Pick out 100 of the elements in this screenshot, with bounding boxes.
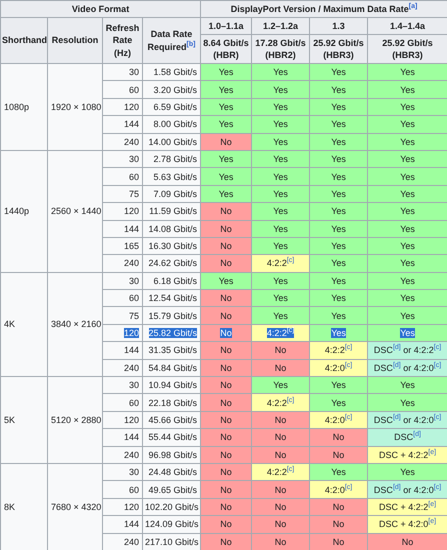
table-cell: 30 bbox=[102, 150, 142, 168]
table-cell: Yes bbox=[310, 64, 368, 81]
table-cell: Yes bbox=[252, 376, 310, 394]
table-cell: 240 bbox=[102, 446, 142, 464]
table-cell: No bbox=[310, 533, 368, 550]
table-cell: 22.18 Gbit/s bbox=[142, 394, 201, 412]
table-cell: 8K bbox=[0, 463, 48, 550]
column-header: 1.2–1.2a bbox=[252, 18, 310, 34]
table-cell: Yes bbox=[310, 168, 368, 186]
table-cell: Yes bbox=[200, 80, 252, 98]
table-cell: No bbox=[252, 359, 310, 377]
table-cell: Yes bbox=[252, 168, 310, 186]
table-cell: Yes bbox=[310, 394, 368, 412]
table-cell: Yes bbox=[252, 220, 310, 238]
table-cell: Yes bbox=[252, 202, 310, 220]
table-cell: 4:2:0$^{[c]}$ bbox=[310, 359, 368, 377]
column-header: Resolution bbox=[48, 18, 102, 64]
table-cell: Yes bbox=[368, 272, 447, 290]
table-cell: 217.10 Gbit/s bbox=[142, 533, 201, 550]
column-header: 1.0–1.1a bbox=[200, 18, 252, 34]
table-cell: 144 bbox=[102, 516, 142, 534]
table-cell: 60 bbox=[102, 290, 142, 307]
table-cell: DSC + 4:2:0$^{[e]}$ bbox=[368, 516, 447, 534]
table-cell: Yes bbox=[310, 150, 368, 168]
table-cell: 4:2:0$^{[c]}$ bbox=[310, 480, 368, 498]
column-header: Data Rate Required$^{[b]}$ bbox=[142, 18, 201, 64]
table-cell: 165 bbox=[102, 237, 142, 255]
column-header: Video Format bbox=[0, 0, 201, 18]
table-cell: 45.66 Gbit/s bbox=[142, 411, 201, 429]
table-cell: 60 bbox=[102, 394, 142, 412]
table-cell: No bbox=[200, 463, 252, 481]
table-cell: Yes bbox=[310, 254, 368, 272]
table-cell: 96.98 Gbit/s bbox=[142, 446, 201, 464]
table-cell: 31.35 Gbit/s bbox=[142, 342, 201, 360]
table-cell: No bbox=[200, 359, 252, 377]
table-cell: No bbox=[200, 498, 252, 516]
table-cell: No bbox=[252, 446, 310, 464]
table-cell: 144 bbox=[102, 342, 142, 360]
table-cell: No bbox=[200, 480, 252, 498]
table-cell: Yes bbox=[310, 98, 368, 116]
table-cell: 5.63 Gbit/s bbox=[142, 168, 201, 186]
table-cell: 4:2:2$^{[c]}$ bbox=[252, 324, 310, 342]
table-cell: No bbox=[252, 480, 310, 498]
table-cell: Yes bbox=[368, 98, 447, 116]
table-cell: 120 bbox=[102, 498, 142, 516]
column-header: 17.28 Gbit/s (HBR2) bbox=[252, 34, 310, 64]
table-cell: 49.65 Gbit/s bbox=[142, 480, 201, 498]
table-cell: 120 bbox=[102, 411, 142, 429]
table-cell: 30 bbox=[102, 463, 142, 481]
table-cell: Yes bbox=[252, 272, 310, 290]
table-cell: 60 bbox=[102, 168, 142, 186]
table-cell: No bbox=[200, 290, 252, 307]
table-cell: 5120 × 2880 bbox=[48, 376, 102, 464]
table-cell: 102.20 Gbit/s bbox=[142, 498, 201, 516]
table-cell: No bbox=[200, 446, 252, 464]
table-cell: Yes bbox=[310, 272, 368, 290]
table-cell: No bbox=[200, 516, 252, 534]
table-cell: Yes bbox=[252, 290, 310, 307]
table-cell: No bbox=[200, 394, 252, 412]
table-cell: 240 bbox=[102, 359, 142, 377]
table-cell: 75 bbox=[102, 185, 142, 203]
table-cell: 4:2:2$^{[c]}$ bbox=[252, 463, 310, 481]
column-header: 1.3 bbox=[310, 18, 368, 34]
table-cell: Yes bbox=[368, 463, 447, 481]
table-cell: 120 bbox=[102, 202, 142, 220]
table-cell: Yes bbox=[310, 220, 368, 238]
table-cell: 2.78 Gbit/s bbox=[142, 150, 201, 168]
table-cell: Yes bbox=[200, 272, 252, 290]
table-cell: Yes bbox=[368, 324, 447, 342]
column-header: Shorthand bbox=[0, 18, 48, 64]
table-cell: 10.94 Gbit/s bbox=[142, 376, 201, 394]
table-cell: 30 bbox=[102, 272, 142, 290]
table-cell: Yes bbox=[368, 290, 447, 307]
table-cell: Yes bbox=[368, 150, 447, 168]
table-cell: No bbox=[368, 533, 447, 550]
table-cell: 12.54 Gbit/s bbox=[142, 290, 201, 307]
column-header: Refresh Rate (Hz) bbox=[102, 18, 142, 64]
table-cell: No bbox=[200, 428, 252, 446]
table-cell: No bbox=[200, 324, 252, 342]
table-cell: No bbox=[252, 498, 310, 516]
table-cell: 240 bbox=[102, 533, 142, 550]
table-cell: Yes bbox=[200, 64, 252, 81]
table-cell: 11.59 Gbit/s bbox=[142, 202, 201, 220]
column-header: 25.92 Gbit/s (HBR3) bbox=[368, 34, 447, 64]
table-cell: No bbox=[310, 446, 368, 464]
column-header: 8.64 Gbit/s (HBR) bbox=[200, 34, 252, 64]
table-cell: 6.18 Gbit/s bbox=[142, 272, 201, 290]
table-cell: 24.48 Gbit/s bbox=[142, 463, 201, 481]
table-cell: 4:2:2$^{[c]}$ bbox=[252, 394, 310, 412]
table-cell: 75 bbox=[102, 306, 142, 324]
table-cell: No bbox=[252, 516, 310, 534]
table-cell: Yes bbox=[252, 64, 310, 81]
table-cell: DSC$^{[d]}$ or 4:2:0$^{[c]}$ bbox=[368, 480, 447, 498]
table-cell: Yes bbox=[252, 237, 310, 255]
table-cell: Yes bbox=[368, 254, 447, 272]
table-cell: 24.62 Gbit/s bbox=[142, 254, 201, 272]
table-cell: DSC$^{[d]}$ or 4:2:2$^{[c]}$ bbox=[368, 342, 447, 360]
table-cell: Yes bbox=[252, 306, 310, 324]
table-cell: Yes bbox=[252, 133, 310, 150]
table-cell: Yes bbox=[200, 185, 252, 203]
